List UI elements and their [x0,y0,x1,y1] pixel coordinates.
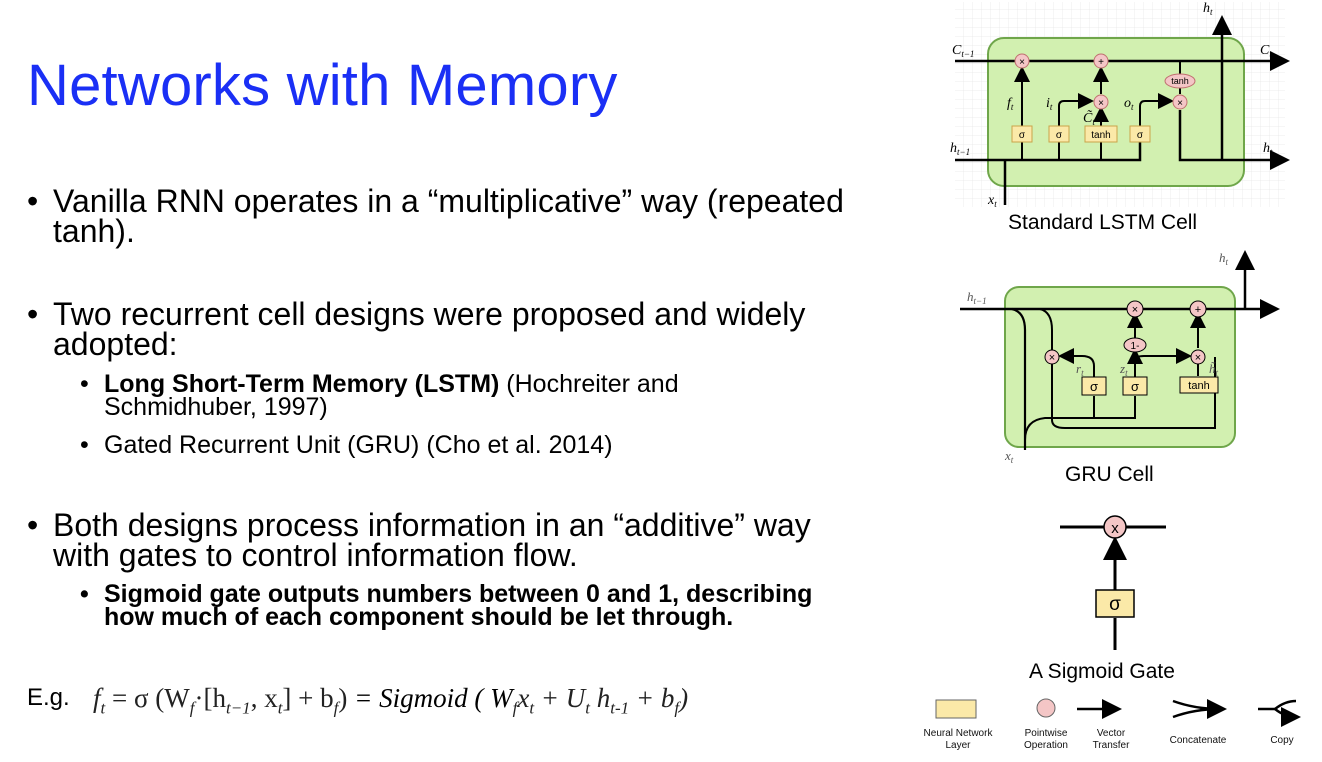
gate-label: tanh [1091,130,1110,141]
label-h-top: ht [1219,250,1229,267]
op-label: × [1098,98,1104,109]
bullet-text-line1: Two recurrent cell designs were proposed… [53,296,806,332]
gru-diagram: × × + 1- × σ σ tanh ht ht−1 xt rt zt h̃t [960,250,1280,465]
eq-part: , x [250,683,278,713]
legend-vector-label: Vector Transfer [1086,728,1136,752]
op-label: + [1098,57,1104,68]
lstm-label-text: o [1124,96,1131,111]
legend-pointwise-icon [1036,698,1056,718]
lstm-label-text: h [1203,1,1210,16]
lstm-label-sub: t−1 [957,147,970,157]
op-label: × [1049,352,1055,364]
bullet-vanilla-rnn: • Vanilla RNN operates in a “multiplicat… [27,183,927,250]
op-label: × [1132,304,1138,316]
lstm-label-text: h [1263,141,1270,156]
gate-label: σ [1131,379,1139,394]
sub-bullet-lstm: • Long Short-Term Memory (LSTM) (Hochrei… [80,370,840,421]
sigmoid-gate-caption: A Sigmoid Gate [1029,660,1175,683]
sigmoid-text-line2: how much of each component should be let… [104,603,734,631]
op-label: tanh [1171,76,1189,86]
op-label: × [1177,98,1183,109]
gru-label-sub: t−1 [974,296,987,306]
bullet-text-line2: with gates to control information flow. [53,537,578,573]
bullet-dot: • [80,580,89,608]
lstm-citation: (Hochreiter and [499,370,679,398]
eq-part: ] + b [282,683,334,713]
gate-label: σ [1109,594,1121,615]
legend-pointwise-label: Pointwise Operation [1016,728,1076,752]
eq-part: h [590,683,611,713]
lstm-diagram: × + × × tanh σ σ tanh σ Ct−1 Ct ht ht−1 … [950,1,1290,209]
eq-part: + U [534,683,586,713]
legend-concat-label: Concatenate [1169,735,1227,746]
bullet-text-line2: adopted: [53,326,178,362]
equation: ft = σ (Wf·[ht−1, xt] + bf) = Sigmoid ( … [93,683,688,718]
eq-part: = σ (W [105,683,190,713]
gate-label: σ [1137,130,1144,141]
gate-label: σ [1019,130,1026,141]
gru-label-sub: t [1011,455,1014,465]
op-label: 1- [1131,341,1140,352]
bullet-dot: • [80,370,89,398]
eq-part: x [517,683,530,713]
legend [935,698,1305,725]
legend-nn-layer-icon [935,699,977,719]
label-h-prev: ht−1 [967,289,987,306]
eq-sub: t-1 [610,698,630,718]
slide-title: Networks with Memory [27,53,618,118]
sub-bullet-sigmoid: • Sigmoid gate outputs numbers between 0… [80,580,920,631]
eq-lhs: f [93,683,101,713]
bullet-text-line1: Vanilla RNN operates in a “multiplicativ… [53,183,844,219]
bullet-text-line1: Both designs process information in an “… [53,507,811,543]
op-label: × [1019,57,1025,68]
bullet-dot: • [27,183,39,219]
eq-sub: t−1 [225,698,251,718]
gate-label: σ [1090,379,1098,394]
legend-label-line: Vector [1096,728,1126,739]
bullet-text-line2: tanh). [53,213,135,249]
eq-part: = Sigmoid ( W [347,683,513,713]
gru-caption: GRU Cell [1065,463,1154,486]
eq-part: ·[h [194,683,226,713]
gate-label: σ [1056,130,1063,141]
lstm-caption: Standard LSTM Cell [1008,211,1198,234]
bullet-dot: • [27,507,39,543]
legend-nn-layer-label: Neural Network Layer [916,728,1000,752]
example-label: E.g. [27,684,70,711]
bullet-dot: • [27,296,39,332]
op-label: × [1195,352,1201,364]
legend-copy-label: Copy [1270,735,1294,746]
op-label: + [1195,304,1201,316]
label-x: xt [1004,448,1014,465]
legend-label-line: Operation [1024,740,1068,751]
bullet-additive: • Both designs process information in an… [27,507,907,574]
eq-part: ) [679,683,689,713]
lstm-label-sub: t−1 [961,49,974,59]
eq-part: + b [629,683,675,713]
legend-label-line: Layer [945,740,971,751]
legend-label-line: Transfer [1092,740,1130,751]
bullet-cell-designs: • Two recurrent cell designs were propos… [27,296,907,363]
op-label: x [1111,520,1119,537]
legend-label-line: Pointwise [1024,728,1068,739]
gru-text: Gated Recurrent Unit (GRU) (Cho et al. 2… [104,431,613,459]
legend-label-line: Neural Network [923,728,993,739]
gru-label-sub: t [1226,257,1229,267]
sub-bullet-gru: • Gated Recurrent Unit (GRU) (Cho et al.… [80,431,780,459]
gate-label: tanh [1188,380,1209,392]
lstm-label-text: h [950,141,957,156]
bullet-dot: • [80,431,89,459]
legend-copy-branches [1274,701,1296,717]
lstm-citation-line2: Schmidhuber, 1997) [104,393,328,421]
sigmoid-gate-diagram: x σ [1060,515,1166,650]
